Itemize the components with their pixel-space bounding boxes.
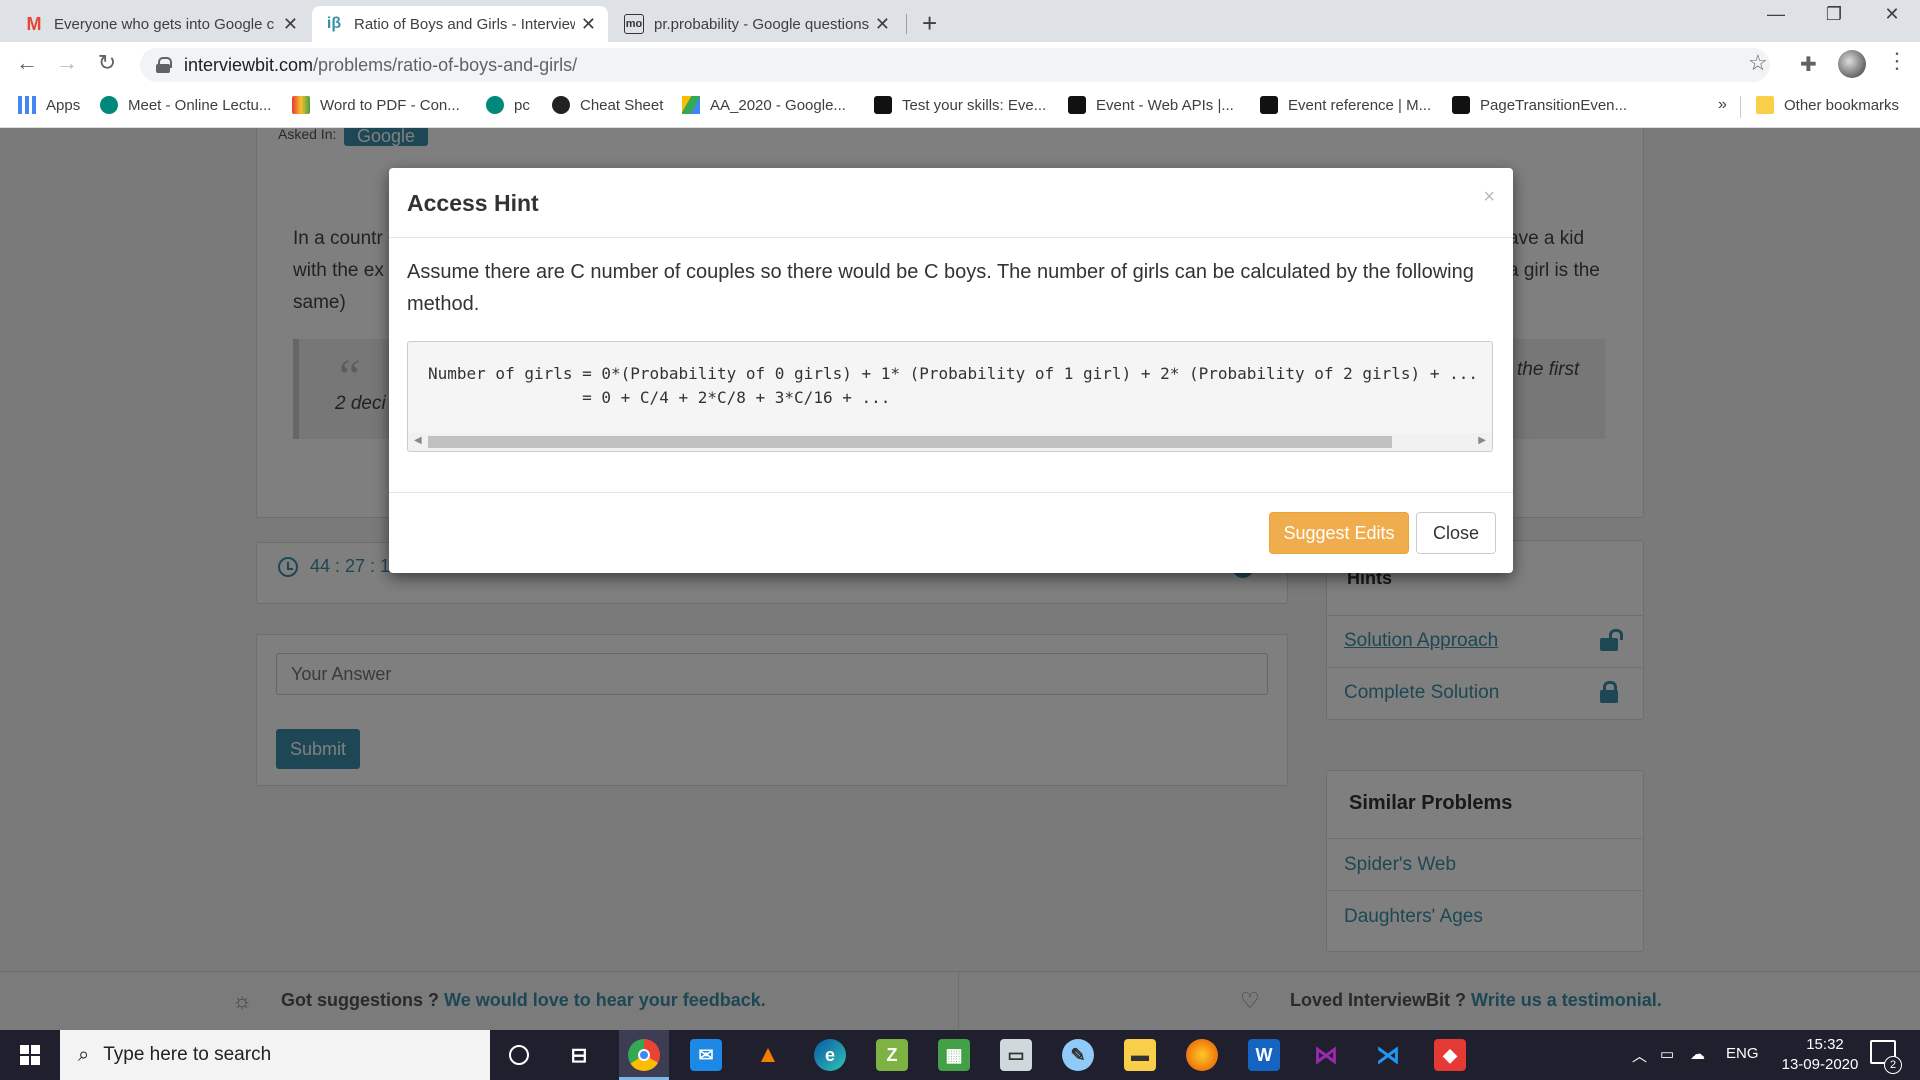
code-line: Number of girls = 0*(Probability of 0 gi… (428, 364, 1478, 383)
mail-icon[interactable]: ✉ (690, 1039, 722, 1071)
scroll-right-arrow-icon[interactable]: ▶ (1478, 435, 1486, 446)
browser-menu-icon[interactable]: ⋮ (1886, 48, 1908, 74)
bookmark-cheat-sheet[interactable]: Cheat Sheet (552, 96, 663, 114)
firefox-icon[interactable] (1186, 1039, 1218, 1071)
mdn-icon (1260, 96, 1278, 114)
cortana-icon[interactable] (503, 1039, 535, 1071)
anydesk-icon[interactable]: ◆ (1434, 1039, 1466, 1071)
bookmark-event-reference[interactable]: Event reference | M... (1260, 96, 1431, 114)
tab-gmail[interactable]: M Everyone who gets into Google c ✕ (12, 6, 310, 42)
bookmark-pc[interactable]: pc (486, 96, 530, 114)
close-tab-icon[interactable]: ✕ (869, 14, 890, 35)
mdn-icon (1068, 96, 1086, 114)
tab-mathoverflow[interactable]: mo pr.probability - Google questions ✕ (612, 6, 902, 42)
other-bookmarks[interactable]: Other bookmarks (1756, 96, 1899, 114)
code-line: = 0 + C/4 + 2*C/8 + 3*C/16 + ... (428, 388, 891, 407)
scroll-left-arrow-icon[interactable]: ◀ (414, 435, 422, 446)
snipping-tool-icon[interactable]: ▭ (1000, 1039, 1032, 1071)
horizontal-scrollbar[interactable]: ◀ ▶ (408, 433, 1492, 451)
bookmark-aa2020[interactable]: AA_2020 - Google... (682, 96, 846, 114)
battery-icon[interactable]: ▭ (1660, 1045, 1674, 1063)
bookmark-pagetransition[interactable]: PageTransitionEven... (1452, 96, 1627, 114)
url-path: /problems/ratio-of-boys-and-girls/ (313, 54, 578, 75)
bookmark-test-your-skills[interactable]: Test your skills: Eve... (874, 96, 1046, 114)
window-close-button[interactable]: ✕ (1864, 4, 1920, 25)
file-explorer-icon[interactable]: ▬ (1124, 1039, 1156, 1071)
task-view-icon[interactable]: ⊟ (563, 1039, 595, 1071)
visual-studio-icon[interactable]: ⋈ (1310, 1039, 1342, 1071)
lock-icon[interactable] (156, 57, 172, 73)
bookmark-meet[interactable]: Meet - Online Lectu... (100, 96, 271, 114)
bookmark-word-to-pdf[interactable]: Word to PDF - Con... (292, 96, 460, 114)
access-hint-modal: Access Hint × Assume there are C number … (389, 168, 1513, 573)
browser-toolbar: ← → ↻ interviewbit.com/problems/ratio-of… (0, 42, 1920, 88)
modal-title: Access Hint (407, 190, 539, 216)
scrollbar-thumb[interactable] (428, 436, 1392, 448)
photos-icon[interactable]: ▦ (938, 1039, 970, 1071)
clock-date[interactable]: 13-09-2020 (1770, 1056, 1870, 1073)
address-bar[interactable]: interviewbit.com/problems/ratio-of-boys-… (140, 48, 1770, 82)
extensions-puzzle-icon[interactable]: ✚ (1800, 52, 1817, 77)
modal-footer: Suggest Edits Close (389, 492, 1513, 573)
interviewbit-icon: iβ (326, 15, 342, 32)
sticky-notes-icon[interactable]: Z (876, 1039, 908, 1071)
forward-button[interactable]: → (52, 50, 82, 76)
chat-icon (486, 96, 504, 114)
word-icon[interactable]: W (1248, 1039, 1280, 1071)
close-icon[interactable]: × (1483, 186, 1495, 209)
back-button[interactable]: ← (12, 50, 42, 76)
language-indicator[interactable]: ENG (1726, 1045, 1759, 1062)
meet-icon (100, 96, 118, 114)
gmail-icon: M (26, 13, 42, 34)
smallpdf-icon (292, 96, 310, 114)
bookmarks-bar: Apps Meet - Online Lectu... Word to PDF … (0, 88, 1920, 128)
paint-icon[interactable]: ✎ (1062, 1039, 1094, 1071)
mdn-icon (1452, 96, 1470, 114)
taskbar-search[interactable]: ⌕ Type here to search (60, 1030, 490, 1080)
tab-separator (906, 14, 907, 34)
start-button[interactable] (0, 1030, 60, 1080)
windows-taskbar: ⌕ Type here to search ⊟ ✉ ▲ e Z ▦ ▭ ✎ ▬ … (0, 1030, 1920, 1080)
apps-grid-icon (18, 96, 36, 114)
bookmarks-divider (1740, 96, 1741, 118)
minimize-button[interactable]: — (1748, 4, 1804, 25)
bookmark-event-web-apis[interactable]: Event - Web APIs |... (1068, 96, 1234, 114)
hint-text: Assume there are C number of couples so … (407, 261, 1474, 315)
mathoverflow-icon: mo (624, 14, 644, 34)
code-block[interactable]: Number of girls = 0*(Probability of 0 gi… (407, 341, 1493, 452)
chrome-icon[interactable] (628, 1039, 660, 1071)
close-tab-icon[interactable]: ✕ (277, 14, 298, 35)
modal-header: Access Hint × (389, 168, 1513, 238)
edge-icon[interactable]: e (814, 1039, 846, 1071)
vlc-icon[interactable]: ▲ (752, 1039, 784, 1071)
new-tab-button[interactable]: + (922, 8, 937, 39)
bookmark-apps[interactable]: Apps (18, 96, 80, 114)
close-button[interactable]: Close (1416, 512, 1496, 554)
more-bookmarks-button[interactable]: » (1718, 96, 1727, 114)
show-hidden-icons[interactable]: ︿ (1632, 1045, 1647, 1066)
tab-interviewbit[interactable]: iβ Ratio of Boys and Girls - Interview ✕ (312, 6, 608, 42)
onedrive-cloud-icon[interactable]: ☁ (1690, 1045, 1705, 1063)
notification-count: 2 (1884, 1056, 1902, 1074)
tab-strip: M Everyone who gets into Google c ✕ iβ R… (0, 0, 1920, 42)
restore-button[interactable]: ❐ (1806, 4, 1862, 25)
vscode-icon[interactable]: ⋊ (1372, 1039, 1404, 1071)
mdn-icon (874, 96, 892, 114)
windows-logo-icon (20, 1045, 40, 1065)
bookmark-star-icon[interactable]: ☆ (1748, 50, 1768, 76)
reload-button[interactable]: ↻ (92, 50, 122, 76)
folder-icon (1756, 96, 1774, 114)
drive-icon (682, 96, 700, 114)
suggest-edits-button[interactable]: Suggest Edits (1269, 512, 1409, 554)
search-icon: ⌕ (78, 1043, 90, 1066)
close-tab-icon[interactable]: ✕ (575, 14, 596, 35)
leaf-icon (552, 96, 570, 114)
clock-time[interactable]: 15:32 (1790, 1036, 1860, 1053)
profile-avatar[interactable] (1838, 50, 1866, 78)
url-host: interviewbit.com (184, 54, 314, 75)
browser-chrome: M Everyone who gets into Google c ✕ iβ R… (0, 0, 1920, 128)
